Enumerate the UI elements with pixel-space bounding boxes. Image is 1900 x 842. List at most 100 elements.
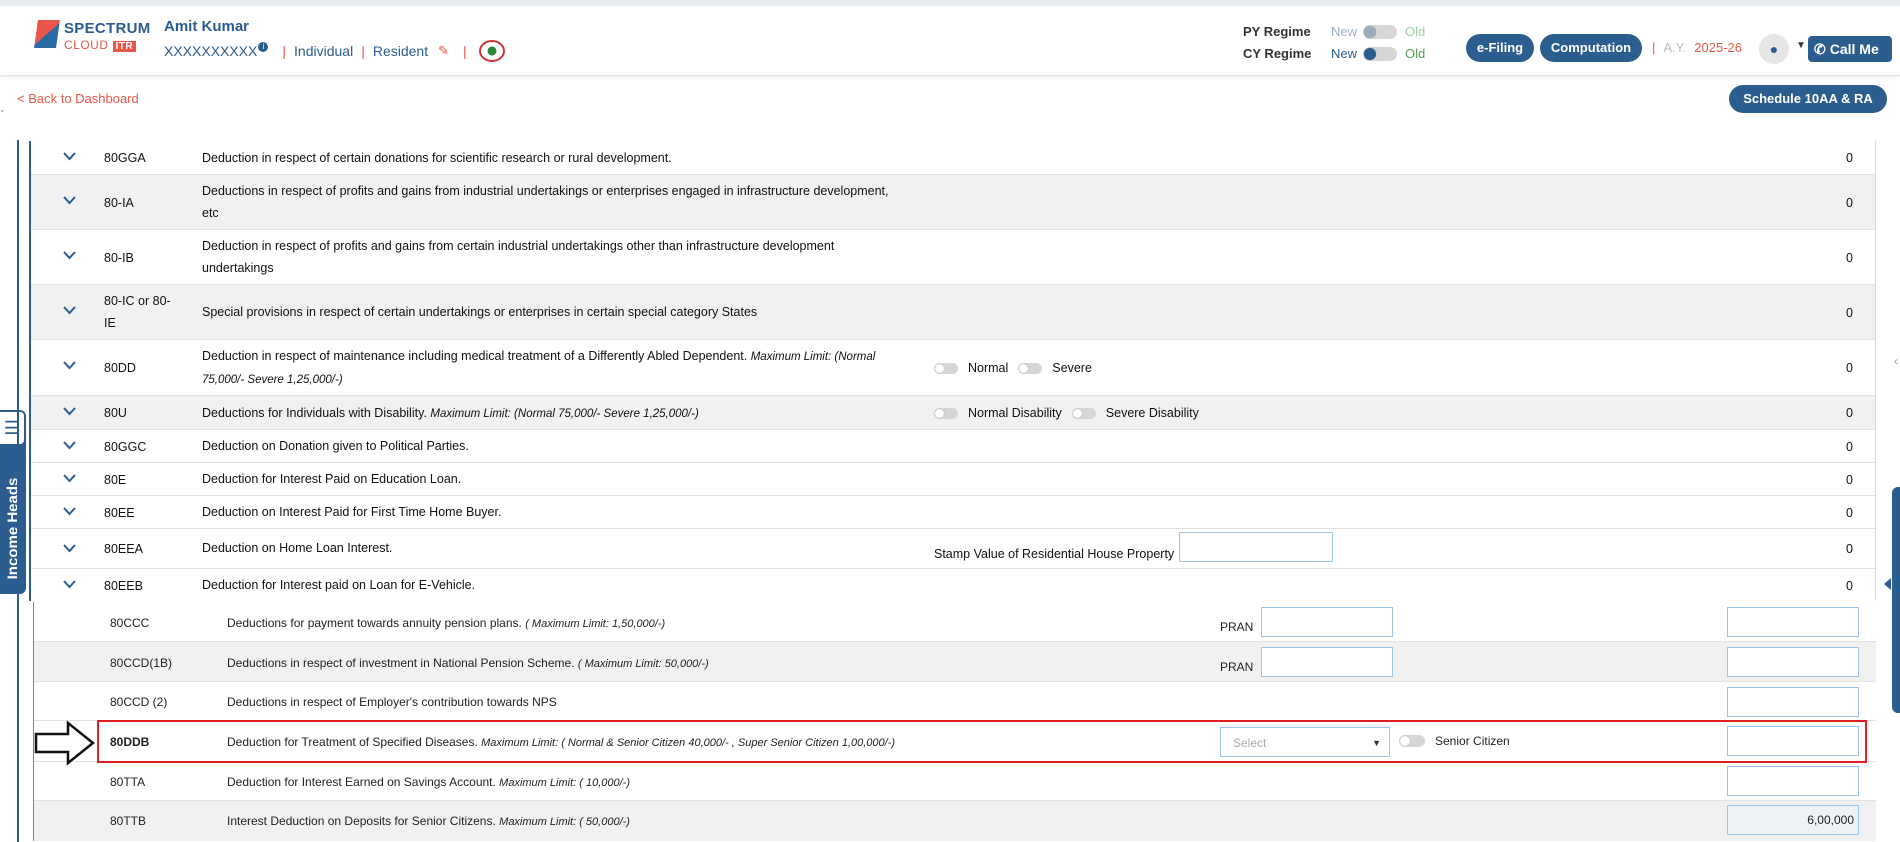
section-value: 0 <box>1846 306 1853 320</box>
call-me-button[interactable]: ✆ Call Me <box>1808 36 1892 62</box>
disease-select[interactable]: Select ▼ <box>1220 727 1390 757</box>
separator: | <box>361 43 365 59</box>
chevron-down-icon[interactable] <box>63 149 76 161</box>
chevron-down-icon[interactable] <box>63 504 76 516</box>
amount-field[interactable]: 6,00,000 <box>1727 805 1859 835</box>
caret-down-icon[interactable]: ▼ <box>1796 40 1806 51</box>
section-code: 80EE <box>104 506 135 520</box>
subsection-description: Interest Deduction on Deposits for Senio… <box>227 814 630 828</box>
table-row: 80E Deduction for Interest Paid on Educa… <box>31 463 1875 496</box>
table-row: 80GGC Deduction on Donation given to Pol… <box>31 430 1875 463</box>
info-icon[interactable]: i <box>258 42 269 52</box>
amount-input[interactable] <box>1727 607 1859 637</box>
senior-citizen-toggle[interactable] <box>1399 735 1425 747</box>
ay-label: A.Y. <box>1663 40 1687 55</box>
user-avatar-icon[interactable]: ● <box>1759 34 1789 64</box>
ay-value: 2025-26 <box>1694 40 1742 55</box>
pran-input[interactable] <box>1261 607 1393 637</box>
cy-new-label: New <box>1331 46 1358 61</box>
section-code: 80-IB <box>104 251 134 265</box>
table-row: 80EEB Deduction for Interest paid on Loa… <box>31 569 1875 601</box>
section-value: 0 <box>1846 579 1853 593</box>
deductions-table: 80GGA Deduction in respect of certain do… <box>29 141 1876 601</box>
amount-input[interactable] <box>1727 687 1859 717</box>
py-regime-toggle[interactable] <box>1363 24 1398 39</box>
chevron-down-icon[interactable] <box>63 471 76 483</box>
py-new-label: New <box>1331 24 1358 39</box>
section-value: 0 <box>1846 251 1853 265</box>
stamp-value-input[interactable] <box>1179 532 1333 562</box>
subsection-description: Deductions in respect of Employer's cont… <box>227 695 557 709</box>
table-row: 80DD Deduction in respect of maintenance… <box>31 340 1875 396</box>
normal-disability-toggle[interactable] <box>934 407 958 419</box>
spectrum-logo[interactable]: SPECTRUM CLOUD ITR <box>34 16 151 56</box>
pan-number: XXXXXXXXXX <box>164 43 258 59</box>
section-description: Deduction in respect of maintenance incl… <box>202 349 876 386</box>
separator: | <box>1652 40 1656 55</box>
section-description: Deduction in respect of certain donation… <box>202 151 672 165</box>
separator: | <box>282 43 287 59</box>
py-old-label: Old <box>1405 24 1426 39</box>
schedule-10aa-button[interactable]: Schedule 10AA & RA <box>1729 85 1887 113</box>
dropdown-arrow-icon: ▼ <box>1372 738 1381 748</box>
chevron-down-icon[interactable] <box>63 404 76 416</box>
py-regime-label: PY Regime <box>1243 24 1311 39</box>
right-panel-caret-icon[interactable] <box>1884 578 1891 590</box>
section-code: 80DD <box>104 361 136 375</box>
chevron-down-icon[interactable] <box>63 577 76 589</box>
right-scroll-marker: ‹ <box>1894 354 1898 368</box>
assessment-year: | A.Y. 2025-26 <box>1652 40 1742 55</box>
section-value: 0 <box>1846 542 1853 556</box>
right-panel-tab[interactable] <box>1892 487 1900 713</box>
py-regime: PY Regime New Old <box>1243 24 1425 39</box>
section-value: 0 <box>1846 361 1853 375</box>
chevron-down-icon[interactable] <box>63 193 76 205</box>
subsection-row: 80CCD (2) Deductions in respect of Emplo… <box>34 682 1876 721</box>
section-description: Special provisions in respect of certain… <box>202 305 758 319</box>
chevron-down-icon[interactable] <box>63 438 76 450</box>
chevron-down-icon[interactable] <box>63 358 76 370</box>
user-details: XXXXXXXXXX i | Individual | Resident ✎ | <box>164 40 505 62</box>
severe-toggle[interactable] <box>1018 362 1043 374</box>
taxpayer-status: Individual <box>294 43 354 59</box>
section-value: 0 <box>1846 506 1853 520</box>
user-name: Amit Kumar <box>164 18 250 35</box>
govt-emblem-icon <box>478 40 505 62</box>
edit-pencil-icon[interactable]: ✎ <box>438 43 449 59</box>
amount-input[interactable] <box>1727 726 1859 756</box>
subsection-row: 80TTA Deduction for Interest Earned on S… <box>34 762 1876 801</box>
cy-regime-toggle[interactable] <box>1363 46 1398 61</box>
senior-citizen-label: Senior Citizen <box>1435 734 1510 748</box>
section-code: 80-IA <box>104 196 134 210</box>
stray-mark: ` <box>0 108 4 122</box>
subsection-code: 80CCD (2) <box>110 695 168 709</box>
income-heads-tab[interactable]: ☰ Income Heads <box>0 410 26 594</box>
hamburger-menu-icon[interactable]: ☰ <box>0 410 26 446</box>
cy-old-label: Old <box>1405 46 1426 61</box>
computation-button[interactable]: Computation <box>1540 34 1642 62</box>
back-to-dashboard-link[interactable]: < Back to Dashboard <box>17 91 139 106</box>
table-row: 80-IC or 80- IE Special provisions in res… <box>31 285 1875 340</box>
table-row: 80GGA Deduction in respect of certain do… <box>31 141 1875 175</box>
efiling-button[interactable]: e-Filing <box>1466 34 1534 62</box>
separator: | <box>463 43 467 59</box>
subsection-row: 80DDB Deduction for Treatment of Specifi… <box>34 721 1876 762</box>
subsection-code: 80DDB <box>110 735 150 749</box>
chevron-down-icon[interactable] <box>63 248 76 260</box>
chevron-down-icon[interactable] <box>63 303 76 315</box>
section-code: 80E <box>104 473 127 487</box>
amount-input[interactable] <box>1727 766 1859 796</box>
subsection-description: Deductions in respect of investment in N… <box>227 656 709 670</box>
section-description: Deductions in respect of profits and gai… <box>202 184 889 220</box>
logo-text: SPECTRUM <box>64 20 151 37</box>
subsection-description: Deduction for Interest Earned on Savings… <box>227 775 630 789</box>
normal-toggle[interactable] <box>934 362 958 374</box>
amount-input[interactable] <box>1727 647 1859 677</box>
chevron-down-icon[interactable] <box>63 541 76 553</box>
cy-regime-label: CY Regime <box>1243 46 1312 61</box>
severe-disability-toggle[interactable] <box>1071 407 1096 419</box>
pran-input[interactable] <box>1261 647 1393 677</box>
section-description: Deduction on Donation given to Political… <box>202 439 469 453</box>
right-arrow-icon <box>34 720 96 766</box>
phone-icon: ✆ <box>1814 41 1826 57</box>
